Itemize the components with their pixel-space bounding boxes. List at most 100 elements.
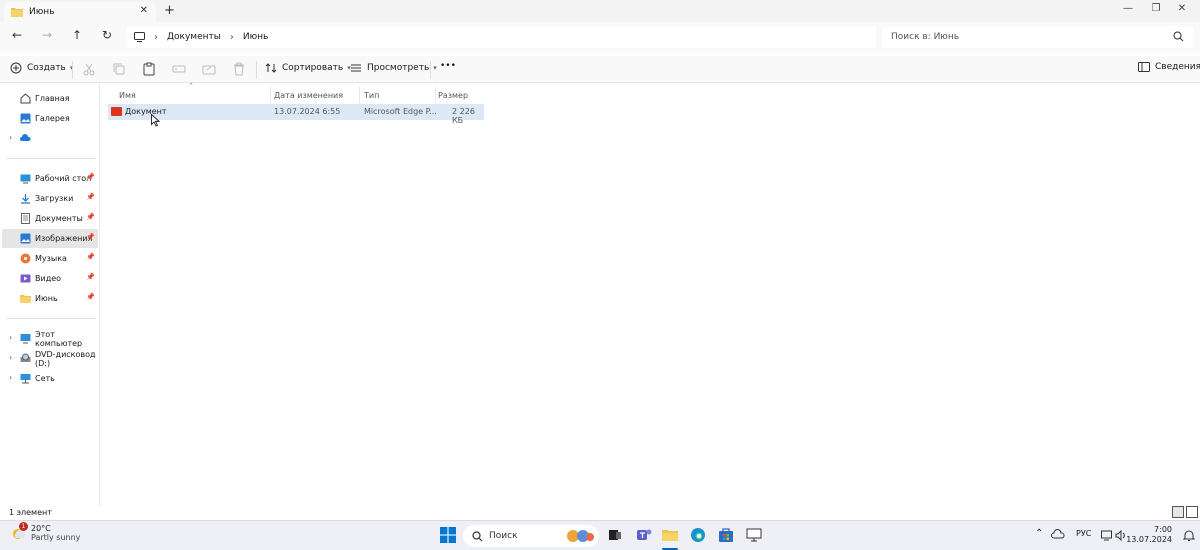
tiles-view-button[interactable] [1186,506,1198,518]
chevron-right-icon[interactable]: › [9,133,12,142]
column-header-type[interactable]: Тип [358,87,436,103]
view-list-icon [351,64,361,72]
weather-widget[interactable]: 1 20°C Partly sunny [10,522,80,542]
divider [430,61,431,79]
details-button[interactable]: Сведения [1138,62,1200,72]
sidebar-item-label: Сеть [35,374,55,383]
maximize-button[interactable]: ❐ [1146,3,1166,14]
weather-temp: 20°C [31,524,51,533]
chevron-right-icon[interactable]: › [9,353,12,362]
copy-icon[interactable] [112,62,126,76]
edge-icon[interactable] [690,527,706,543]
navigation-pane: Главная Галерея › Рабочий стол 📌 Загрузк… [0,84,100,506]
rename-icon[interactable] [172,62,186,76]
onedrive-tray-icon[interactable] [1051,529,1065,541]
pin-icon[interactable]: 📌 [86,233,95,241]
search-highlight-icon [567,530,594,542]
clock[interactable]: 7:00 13.07.2024 [1126,525,1172,545]
windows-start-icon[interactable] [440,527,456,543]
create-button[interactable]: Создать ▾ [10,62,73,74]
search-input[interactable]: Поиск в: Июнь [882,26,1194,48]
forward-button[interactable]: → [38,28,56,42]
mouse-cursor-icon [151,114,160,127]
chevron-right-icon[interactable]: › [9,373,12,382]
sort-button[interactable]: Сортировать ▾ [265,62,351,74]
chevron-right-icon: › [154,31,158,43]
documents-icon [21,213,30,224]
music-icon [20,253,31,264]
input-language[interactable]: РУС [1076,529,1091,538]
sidebar-item-desktop[interactable]: Рабочий стол 📌 [2,169,98,188]
pictures-icon [20,233,31,244]
sidebar-item-downloads[interactable]: Загрузки 📌 [2,189,98,208]
network-tray-icon[interactable] [1101,530,1112,541]
sort-label: Сортировать [282,63,344,73]
item-count: 1 элемент [9,508,52,517]
file-row[interactable]: Документ 13.07.2024 6:55 Microsoft Edge … [108,104,484,125]
sidebar-item-label: DVD-дисковод (D:) [35,349,96,368]
sidebar-item-onedrive[interactable]: › [2,129,98,148]
divider [6,318,96,319]
sidebar-item-home[interactable]: Главная [2,89,98,108]
breadcrumb-june[interactable]: Июнь [243,32,269,42]
sidebar-item-june[interactable]: Июнь 📌 [2,289,98,308]
column-header-name[interactable]: Имя [113,87,271,103]
close-window-button[interactable]: ✕ [1172,3,1192,14]
up-button[interactable]: ↑ [68,28,86,42]
taskbar-search[interactable]: Поиск [463,525,599,547]
sidebar-item-label: Видео [35,274,62,283]
clock-time: 7:00 [1154,525,1172,534]
sidebar-item-video[interactable]: Видео 📌 [2,269,98,288]
sidebar-item-dvd[interactable]: › DVD-дисковод (D:) [2,349,98,368]
desktop-icon [20,174,31,184]
pin-icon[interactable]: 📌 [86,293,95,301]
view-button[interactable]: Просмотреть ▾ [350,62,437,74]
task-view-icon[interactable] [607,527,623,543]
back-button[interactable]: ← [8,28,26,42]
pin-icon[interactable]: 📌 [86,213,95,221]
details-view-button[interactable] [1172,506,1184,518]
pin-icon[interactable]: 📌 [86,253,95,261]
sidebar-item-label: Этот компьютер [35,329,83,348]
close-tab-icon[interactable]: ✕ [140,5,148,16]
sidebar-item-gallery[interactable]: Галерея [2,109,98,128]
computer-icon [20,334,31,344]
refresh-button[interactable]: ↻ [98,28,116,42]
divider [6,158,96,159]
column-header-size[interactable]: Размер [432,87,484,103]
share-icon[interactable] [202,62,216,76]
teams-icon[interactable] [636,527,652,543]
delete-icon[interactable] [232,62,246,76]
new-tab-button[interactable]: + [164,3,175,18]
pin-icon[interactable]: 📌 [86,273,95,281]
column-header-date[interactable]: Дата изменения [268,87,360,103]
create-label: Создать [27,63,66,73]
tab-current[interactable]: Июнь ✕ [4,2,156,22]
sort-icon [265,63,277,73]
cut-icon[interactable] [82,62,96,76]
chevron-right-icon[interactable]: › [9,333,12,342]
breadcrumb-documents[interactable]: Документы [167,32,221,42]
minimize-button[interactable]: — [1118,3,1138,14]
sidebar-item-music[interactable]: Музыка 📌 [2,249,98,268]
store-icon[interactable] [718,527,734,543]
sidebar-item-this-pc[interactable]: › Этот компьютер [2,329,98,348]
remote-desktop-icon[interactable] [746,527,762,543]
sidebar-item-documents[interactable]: Документы 📌 [2,209,98,228]
sidebar-item-network[interactable]: › Сеть [2,369,98,388]
sidebar-item-label: Июнь [35,294,58,303]
tab-title: Июнь [29,7,55,17]
file-date: 13.07.2024 6:55 [274,107,341,116]
network-icon [20,374,31,384]
pin-icon[interactable]: 📌 [86,193,95,201]
address-bar[interactable]: › Документы › Июнь [126,26,876,48]
file-explorer-icon[interactable] [662,527,678,543]
sidebar-item-pictures[interactable]: Изображения 📌 [2,229,98,248]
chevron-up-icon[interactable]: ⌃ [1035,528,1043,539]
pin-icon[interactable]: 📌 [86,173,95,181]
notifications-bell-icon[interactable] [1183,529,1195,542]
more-options-button[interactable]: ••• [440,61,456,71]
volume-icon[interactable] [1115,530,1127,541]
status-bar: 1 элемент [0,506,1200,520]
paste-icon[interactable] [142,62,156,76]
